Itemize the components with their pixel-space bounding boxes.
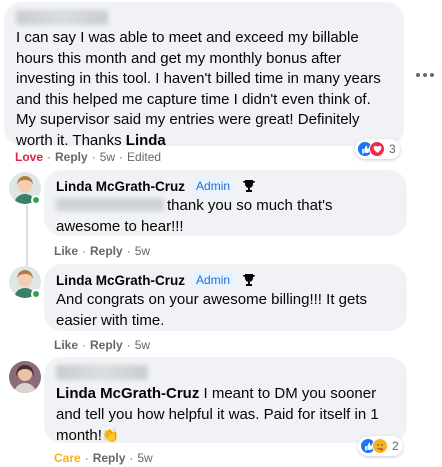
reaction-summary[interactable]: 3	[355, 139, 400, 159]
comment-text: I can say I was able to meet and exceed …	[16, 29, 381, 149]
care-icon	[372, 438, 388, 454]
mention-linda[interactable]: Linda McGrath-Cruz	[56, 385, 199, 402]
reply-text: And congrats on your awesome billing!!! …	[56, 291, 368, 329]
online-status-icon	[31, 289, 41, 299]
author-name[interactable]: Linda McGrath-Cruz	[56, 179, 185, 194]
timestamp[interactable]: 5w	[137, 451, 152, 465]
reply-text: Linda McGrath-Cruz I meant to DM you soo…	[56, 385, 379, 444]
reply-actions: Like · Reply · 5w	[54, 244, 151, 258]
reply-link[interactable]: Reply	[55, 150, 88, 164]
redacted-author-name[interactable]	[16, 10, 108, 25]
reply-actions: Care · Reply · 5w	[54, 451, 153, 465]
reaction-summary[interactable]: 2	[358, 436, 403, 456]
mention-linda[interactable]: Linda	[126, 132, 166, 149]
admin-badge[interactable]: Admin	[191, 178, 236, 194]
reply-link[interactable]: Reply	[93, 451, 126, 465]
like-link[interactable]: Like	[54, 244, 78, 258]
timestamp[interactable]: 5w	[100, 150, 115, 164]
comment-actions: Love · Reply · 5w · Edited	[15, 150, 162, 164]
reaction-count: 2	[392, 439, 399, 453]
reply-link[interactable]: Reply	[90, 244, 123, 258]
like-link[interactable]: Like	[54, 338, 78, 352]
reaction-count: 3	[389, 142, 396, 156]
redacted-mention[interactable]	[56, 198, 164, 211]
clapping-hands-emoji: 👏	[101, 427, 120, 443]
author-name[interactable]: Linda McGrath-Cruz	[56, 273, 185, 288]
avatar-commenter[interactable]	[9, 361, 41, 393]
timestamp[interactable]: 5w	[135, 244, 150, 258]
timestamp[interactable]: 5w	[135, 338, 150, 352]
reply-actions: Like · Reply · 5w	[54, 338, 151, 352]
trophy-icon[interactable]	[241, 273, 257, 287]
thread-line	[26, 205, 28, 275]
comment-bubble: I can say I was able to meet and exceed …	[4, 2, 404, 149]
care-reaction-link[interactable]: Care	[54, 451, 81, 465]
love-reaction-link[interactable]: Love	[15, 150, 43, 164]
reply-text: thank you so much that's awesome to hear…	[56, 197, 333, 235]
love-icon	[369, 141, 385, 157]
redacted-author-name[interactable]	[56, 365, 148, 380]
admin-badge[interactable]: Admin	[191, 272, 236, 288]
more-options-icon[interactable]	[413, 63, 437, 87]
edited-label: Edited	[127, 150, 162, 164]
reply-bubble: Linda McGrath-Cruz I meant to DM you soo…	[44, 357, 407, 444]
trophy-icon[interactable]	[241, 179, 257, 193]
online-status-icon	[31, 195, 41, 205]
reply-bubble: Linda McGrath-Cruz Admin And congrats on…	[44, 264, 407, 331]
reply-bubble: Linda McGrath-Cruz Admin thank you so mu…	[44, 170, 407, 236]
reply-link[interactable]: Reply	[90, 338, 123, 352]
